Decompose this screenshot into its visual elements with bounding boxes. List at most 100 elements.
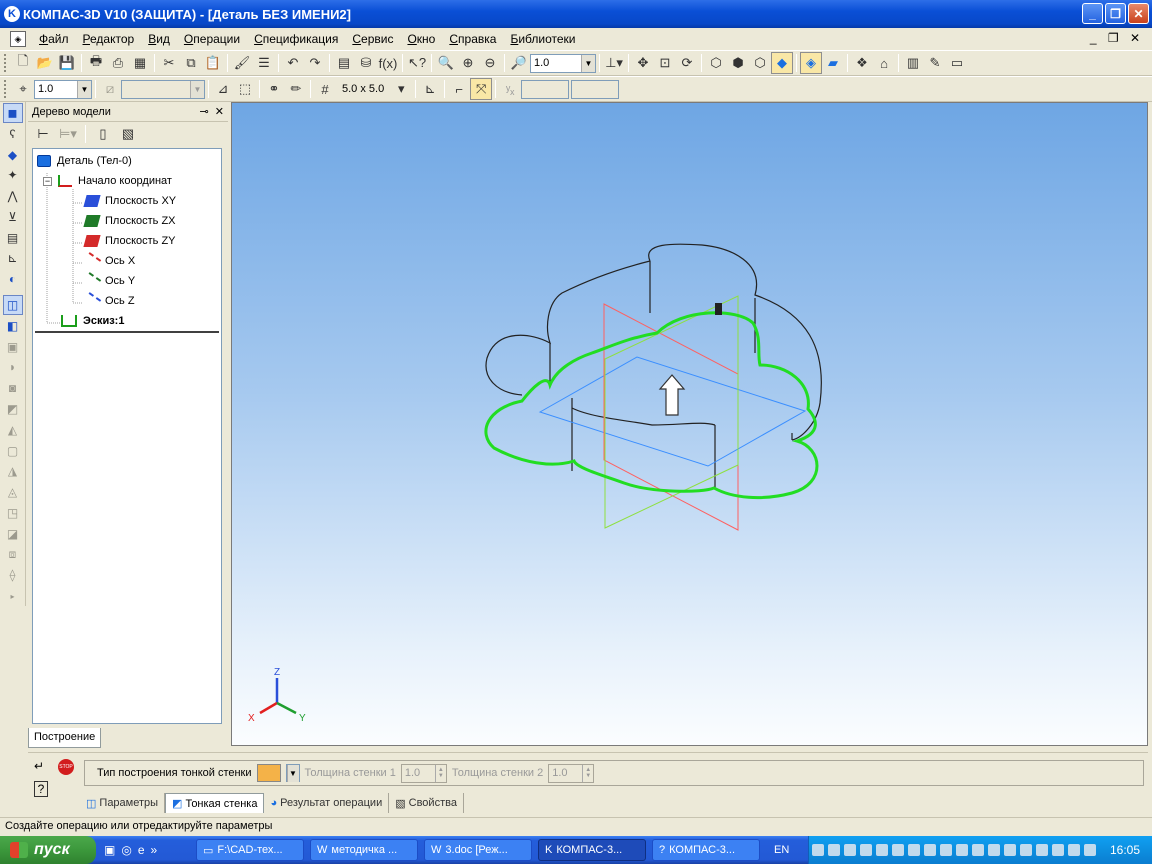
tree-view[interactable]: Деталь (Тел-0) − Начало координат Плоско… (32, 148, 222, 724)
task-folder[interactable]: ▭ F:\CAD-тех... (196, 839, 304, 861)
cut-rotate-icon[interactable]: ◩ (3, 399, 23, 419)
tray-app-icon[interactable] (811, 844, 824, 856)
close-button[interactable]: ✕ (1128, 3, 1149, 24)
tray-app-icon[interactable] (1019, 844, 1032, 856)
layer-icon[interactable]: ⧄ (99, 78, 121, 100)
tree-item-axis-z[interactable]: Ось Z (82, 292, 135, 310)
stop-icon[interactable]: STOP (58, 759, 74, 775)
toolbar-grip[interactable] (4, 54, 8, 72)
loft-icon[interactable]: ◗ (3, 358, 23, 378)
menu-service[interactable]: Сервис (345, 29, 400, 49)
arrays-icon[interactable]: ✦ (3, 165, 23, 185)
tree-item-plane-zx[interactable]: Плоскость ZX (83, 215, 176, 227)
task-kompas-1[interactable]: K КОМПАС-3... (538, 839, 646, 861)
list-icon[interactable]: ☰ (253, 52, 275, 74)
edit-pen-icon[interactable]: ✎ (924, 52, 946, 74)
tree-item-sketch[interactable]: Эскиз:1 (61, 315, 124, 327)
clock[interactable]: 16:05 (1110, 843, 1140, 857)
ie-icon[interactable]: e (138, 843, 145, 857)
hidden-lines-icon[interactable]: ⬢ (727, 52, 749, 74)
tree-item-origin[interactable]: − Начало координат (43, 175, 172, 187)
manager-icon[interactable]: ▤ (333, 52, 355, 74)
fit-all-icon[interactable]: ⊡ (654, 52, 676, 74)
tray-app-icon[interactable] (939, 844, 952, 856)
more-icon[interactable]: ▸ (3, 586, 23, 606)
help-pointer-icon[interactable]: ↖? (406, 52, 428, 74)
snap-mode-icon[interactable]: ⤧ (470, 78, 493, 100)
tray-app-icon[interactable] (923, 844, 936, 856)
scale-combo[interactable]: 1.0 ▼ (34, 79, 92, 99)
wall-type-icon[interactable] (256, 764, 281, 782)
menu-specification[interactable]: Спецификация (247, 29, 345, 49)
minimize-button[interactable]: _ (1082, 3, 1103, 24)
shaded-edges-icon[interactable]: ◈ (800, 52, 822, 74)
local-cs-icon[interactable]: ⊿ (212, 78, 234, 100)
tree-props-icon[interactable]: ▧ (117, 123, 139, 145)
zoom-scale-icon[interactable]: 🔎 (508, 52, 530, 74)
print-icon[interactable]: 🖶 (85, 52, 107, 74)
tray-app-icon[interactable] (875, 844, 888, 856)
pin-icon[interactable]: ⊸ (199, 106, 208, 118)
tree-item-axis-x[interactable]: Ось X (82, 252, 135, 270)
wall-type-dropdown[interactable]: ▼ (285, 764, 300, 782)
maximize-button[interactable]: ❐ (1105, 3, 1126, 24)
function-icon[interactable]: f(x) (377, 52, 399, 74)
chamfer-icon[interactable]: ◬ (3, 482, 23, 502)
perspective-icon[interactable]: ▰ (822, 52, 844, 74)
volume-icon[interactable] (1067, 844, 1080, 856)
menu-window[interactable]: Окно (400, 29, 442, 49)
tree-root[interactable]: Деталь (Тел-0) (37, 155, 132, 167)
snap-link-icon[interactable]: ⚭ (263, 78, 285, 100)
title-bar[interactable]: K КОМПАС-3D V10 (ЗАЩИТА) - [Деталь БЕЗ И… (0, 0, 1152, 28)
mdi-window-buttons[interactable]: _ ❐ ✕ (1090, 31, 1144, 45)
tray-app-icon[interactable] (1035, 844, 1048, 856)
library-icon[interactable]: ▥ (902, 52, 924, 74)
tree-structure-icon[interactable]: ⊢ (32, 123, 54, 145)
chevron-down-icon[interactable]: ▼ (77, 80, 91, 98)
explorer-icon[interactable]: ▣ (104, 843, 115, 857)
tab-properties[interactable]: ▧ Свойства (389, 793, 464, 813)
chevron-down-icon[interactable]: ▼ (286, 764, 299, 782)
auxiliary-geometry-icon[interactable]: ⋀ (3, 186, 23, 206)
hidden-thin-icon[interactable]: ⬡ (749, 52, 771, 74)
editing-detail-icon[interactable]: ◼ (2, 103, 23, 123)
paste-icon[interactable]: 📋 (202, 52, 224, 74)
cursor-x-field[interactable] (521, 79, 570, 99)
tray-app-icon[interactable] (859, 844, 872, 856)
extrude-icon[interactable]: ◫ (2, 295, 23, 316)
copy-icon[interactable]: ⧉ (180, 52, 202, 74)
menu-file[interactable]: Файл (32, 29, 76, 49)
grid-icon[interactable]: # (314, 78, 336, 100)
tray-app-icon[interactable] (955, 844, 968, 856)
tree-doc-icon[interactable]: ▯ (92, 123, 114, 145)
zoom-combo[interactable]: 1.0 ▼ (530, 53, 596, 73)
tray-app-icon[interactable] (891, 844, 904, 856)
grid-dropdown-icon[interactable]: ▾ (390, 78, 412, 100)
ortho-mode-icon[interactable]: ⌐ (448, 78, 470, 100)
menu-edit[interactable]: Редактор (76, 29, 142, 49)
snap-point-icon[interactable]: ⌖ (12, 78, 34, 100)
tree-sort-icon[interactable]: ⊨▾ (57, 123, 79, 145)
tree-close-icon[interactable]: ✕ (215, 106, 224, 118)
print-preview-icon[interactable]: ⎙ (107, 52, 129, 74)
tab-operation-result[interactable]: ◕ Результат операции (264, 793, 390, 813)
orientation-icon[interactable]: ⊥▾ (603, 52, 625, 74)
ortho-icon[interactable]: ⊾ (419, 78, 441, 100)
rib-icon[interactable]: ◪ (3, 524, 23, 544)
cut-icon[interactable]: ✂ (158, 52, 180, 74)
menu-libraries[interactable]: Библиотеки (503, 29, 582, 49)
render-icon[interactable]: ❖ (851, 52, 873, 74)
tray-app-icon[interactable] (907, 844, 920, 856)
menu-operations[interactable]: Операции (177, 29, 247, 49)
thickness2-spinner[interactable]: 1.0 ▲ ▼ (548, 763, 595, 783)
task-kompas-2[interactable]: ? КОМПАС-3... (652, 839, 760, 861)
create-object-icon[interactable]: ↵ (34, 759, 48, 773)
document-icon[interactable]: ◈ (10, 31, 26, 47)
menu-view[interactable]: Вид (141, 29, 177, 49)
tree-item-axis-y[interactable]: Ось Y (82, 272, 135, 290)
shaded-icon[interactable]: ◆ (771, 52, 793, 74)
wireframe-icon[interactable]: ⬡ (705, 52, 727, 74)
tray-app-icon[interactable] (843, 844, 856, 856)
pencil-icon[interactable]: ✏ (285, 78, 307, 100)
tray-app-icon[interactable] (1003, 844, 1016, 856)
